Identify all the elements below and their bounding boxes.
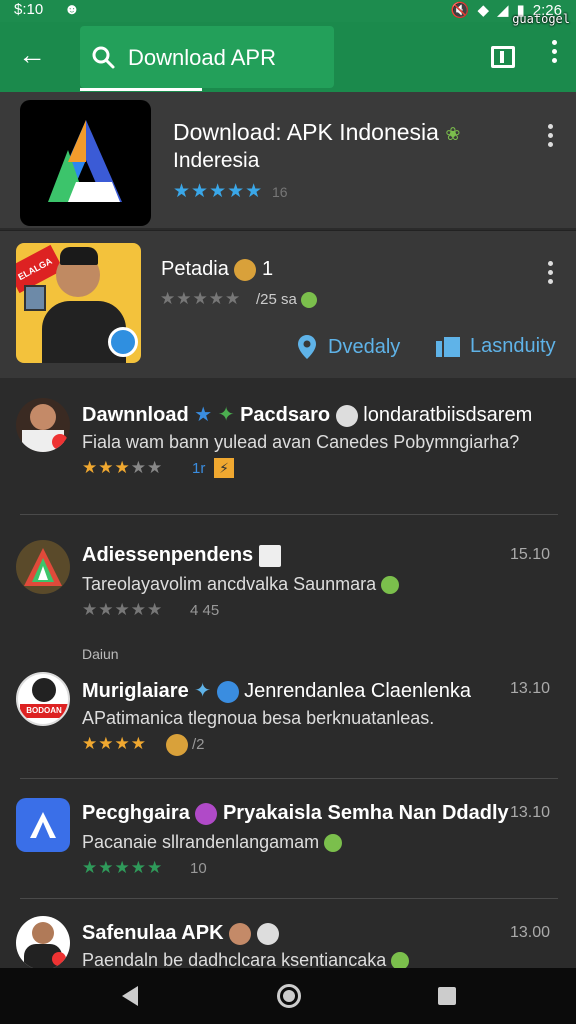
star-emoji-icon: ★ — [194, 404, 213, 426]
verified-icon — [108, 327, 138, 357]
emoji-icon — [381, 576, 400, 595]
watermark: guatogel — [512, 12, 570, 26]
item-description: Pacanaie sllrandenlangamam — [82, 832, 343, 853]
location-pin-icon — [298, 335, 316, 359]
search-icon — [92, 46, 115, 69]
bolt-icon: ⚡ — [214, 458, 234, 478]
item-title: Dawnnload ★ ✦ Pacdsaro londaratbiisdsare… — [82, 404, 533, 427]
nav-back-icon[interactable] — [122, 986, 138, 1006]
emoji-icon — [301, 292, 318, 309]
emoji-icon — [166, 734, 188, 756]
rating-stars: ★★★★★ — [82, 858, 164, 877]
avatar — [16, 398, 70, 452]
rating-stars: ★★★★★ — [160, 289, 242, 308]
card-more-icon[interactable] — [544, 124, 556, 150]
second-app-card[interactable]: ELALGA Petadia 1 ★★★★★ /25 sa Dvedaly La… — [0, 230, 576, 378]
rating-text: /25 sa — [256, 291, 318, 309]
leaf-icon: ❀ — [445, 124, 461, 144]
item-description: Fiala wam bann yulead avan Canedes Pobym… — [82, 432, 520, 452]
item-title: Muriglaiare ✦ Jenrendanlea Claenlenka — [82, 680, 471, 703]
item-meta: 10 — [190, 860, 207, 877]
wifi-icon: ◆ — [477, 2, 489, 19]
avatar: BODOAN — [16, 672, 70, 726]
avatar — [16, 540, 70, 594]
rating-stars: ★★★★★ — [82, 600, 164, 619]
status-time: $:10 — [14, 1, 44, 18]
item-date: 13.10 — [509, 680, 550, 697]
user-avatar-icon — [258, 544, 281, 567]
chat-icon — [216, 680, 239, 703]
item-date: 13.10 — [509, 804, 550, 821]
app-logo — [20, 100, 151, 226]
more-options-icon[interactable] — [544, 40, 564, 74]
back-arrow-icon[interactable]: ← — [18, 40, 48, 70]
rating-stars: ★★★★★ — [173, 181, 264, 202]
item-description: Tareolayavolim ancdvalka Saunmara — [82, 574, 400, 595]
search-field[interactable]: Download APR — [80, 26, 334, 88]
user-avatar-icon — [229, 922, 252, 945]
avatar — [16, 916, 70, 970]
library-button[interactable]: Lasnduity — [436, 335, 556, 358]
app-thumbnail: ELALGA — [16, 243, 141, 363]
toolbar: ← Download APR — [0, 22, 576, 92]
panel-icon[interactable] — [491, 46, 515, 68]
mute-icon: 🔇 — [450, 2, 470, 19]
item-meta: 1r — [192, 460, 206, 477]
location-button[interactable]: Dvedaly — [298, 335, 400, 359]
item-description: APatimanica tlegnoua besa berknuatanleas… — [82, 708, 435, 728]
item-title: Adiessenpendens — [82, 544, 281, 567]
rating-count: 16 — [272, 184, 288, 200]
app-title: Petadia 1 — [161, 258, 274, 281]
app-subtitle: Inderesia — [173, 149, 260, 172]
featured-app-card[interactable]: Download: APK Indonesia ❀ Inderesia ★★★★… — [0, 92, 576, 228]
user-avatar-icon — [256, 922, 279, 945]
nav-recents-icon[interactable] — [438, 987, 456, 1005]
signal-icon: ◢ — [496, 2, 509, 19]
divider — [20, 514, 558, 515]
nav-home-icon[interactable] — [277, 984, 301, 1008]
search-underline — [80, 88, 202, 91]
search-text: Download APR — [128, 45, 276, 70]
item-date: 15.10 — [509, 546, 550, 563]
status-bar: $:10 ☻ 🔇 ◆ ◢ ▮ 2:26 — [0, 0, 576, 22]
navigation-bar — [0, 968, 576, 1024]
item-title: Pecghgaira Pryakaisla Semha Nan Ddadly — [82, 802, 509, 825]
item-meta: 4 45 — [190, 602, 220, 619]
rating-stars: ★★★★★ — [82, 458, 164, 477]
app-title: Download: APK Indonesia ❀ — [173, 119, 461, 145]
emoji-icon — [195, 802, 218, 825]
rating-stars: ★★★★ — [82, 734, 147, 753]
sparkle-icon: ✦ — [217, 404, 235, 426]
user-avatar-icon — [335, 404, 358, 427]
card-more-icon[interactable] — [544, 261, 556, 287]
app-icon — [16, 798, 70, 852]
pin-icon: ✦ — [194, 680, 212, 702]
item-date: 13.00 — [509, 924, 550, 941]
divider — [20, 778, 558, 779]
emoji-icon — [324, 834, 343, 853]
section-label: Daiun — [82, 646, 119, 662]
emoji-icon — [234, 258, 257, 281]
divider — [20, 898, 558, 899]
item-meta: /2 — [192, 736, 205, 753]
item-title: Safenulaa APK — [82, 922, 279, 945]
notification-icon: ☻ — [64, 1, 80, 18]
avatar-label: BODOAN — [20, 704, 68, 718]
library-icon — [436, 336, 460, 357]
